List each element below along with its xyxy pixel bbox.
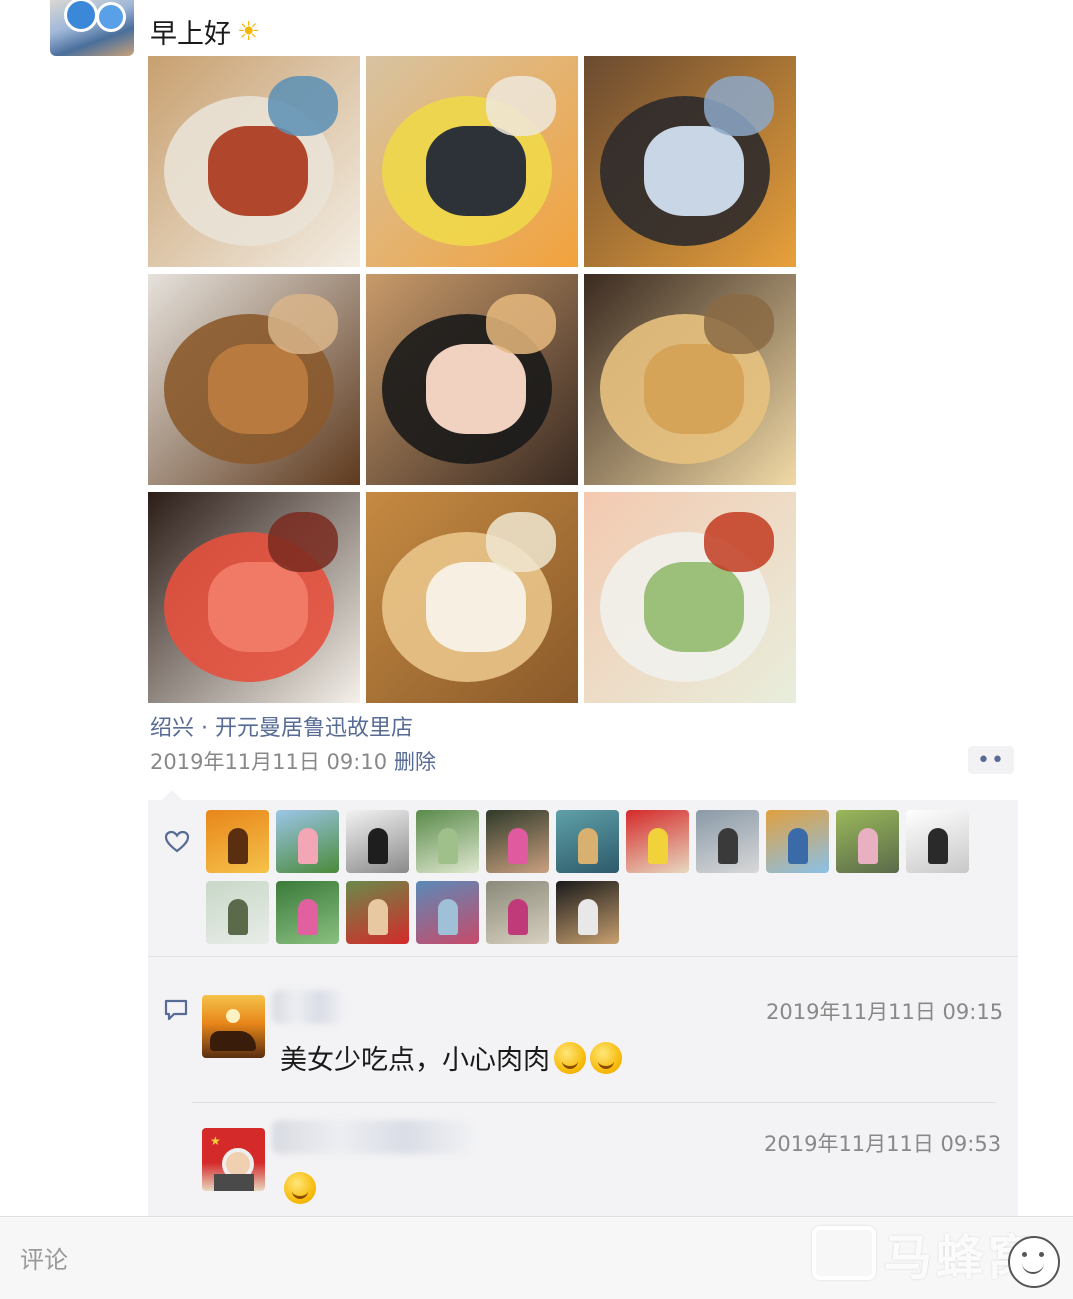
commenter-avatar-1[interactable] [202,995,265,1058]
photo-lettuce-salad[interactable] [584,492,796,703]
sun-emoji-icon: ☀ [237,16,261,47]
photo-fried-dough-sticks[interactable] [584,274,796,485]
commenter-name-blurred-2 [272,1120,472,1154]
photo-restaurant-interior[interactable] [584,56,796,267]
photo-fried-chicken[interactable] [148,274,360,485]
liker-tree-branch[interactable] [206,881,269,944]
liker-flower-field[interactable] [836,810,899,873]
comment-time-1: 2019年11月11日 09:15 [766,1000,1004,1024]
photo-watermelon[interactable] [148,492,360,703]
post-body: 早上好 [150,19,231,50]
comment-divider [192,1102,996,1103]
liker-flag-girl[interactable] [626,810,689,873]
liker-lotus-flag[interactable] [276,810,339,873]
photo-grid [148,56,796,703]
comment-text-1: 美女少吃点，小心肉肉 [280,1038,622,1077]
more-actions-button[interactable]: •• [968,746,1014,774]
liker-painted-river[interactable] [556,810,619,873]
post-text: 早上好 ☀ [150,12,260,51]
delete-button[interactable]: 删除 [394,746,436,776]
liker-woman-flag[interactable] [346,881,409,944]
commenter-avatar-2[interactable]: ★ [202,1128,265,1191]
post-timestamp: 2019年11月11日 09:10 [150,750,388,774]
comment-time-2: 2019年11月11日 09:53 [764,1132,1002,1156]
heart-eyes-emoji-icon [284,1172,316,1204]
liker-sunset-elephant[interactable] [206,810,269,873]
comment-input[interactable]: 评论 [20,1240,68,1275]
comment-text-2 [280,1172,316,1204]
photo-selfie-hat[interactable] [366,274,578,485]
liker-hat-portrait[interactable] [556,881,619,944]
poster-avatar[interactable] [50,0,134,56]
liker-pink-flowers[interactable] [276,881,339,944]
liker-green-lake[interactable] [416,810,479,873]
liker-woman-street[interactable] [486,881,549,944]
watermark-logo-icon [812,1226,876,1280]
thinking-emoji-icon [554,1041,586,1074]
doraemon-figure [64,0,98,32]
comment-body-1: 美女少吃点，小心肉肉 [280,1045,550,1076]
photo-braised-pork-plate[interactable] [148,56,360,267]
liker-photographer-bw[interactable] [346,810,409,873]
emoji-picker-button[interactable] [1008,1236,1060,1288]
commenter-name-blurred-1 [272,990,344,1024]
likes-divider [148,956,1018,957]
liker-couple-rocks[interactable] [696,810,759,873]
liker-camera-man[interactable] [906,810,969,873]
panel-arrow [162,790,182,800]
photo-corn-soup[interactable] [366,56,578,267]
liker-woman-coast[interactable] [416,881,479,944]
comment-bubble-icon [164,999,188,1021]
heart-outline-icon [164,830,190,853]
location-link[interactable]: 绍兴 · 开元曼居鲁迅故里店 [150,710,413,742]
doraemon-figure-2 [96,2,126,32]
photo-toast-breakfast[interactable] [366,492,578,703]
watermark: 马蜂窝 [812,1218,1040,1288]
liker-autumn-lake[interactable] [766,810,829,873]
thinking-emoji-icon [590,1041,622,1074]
liker-pink-dress[interactable] [486,810,549,873]
